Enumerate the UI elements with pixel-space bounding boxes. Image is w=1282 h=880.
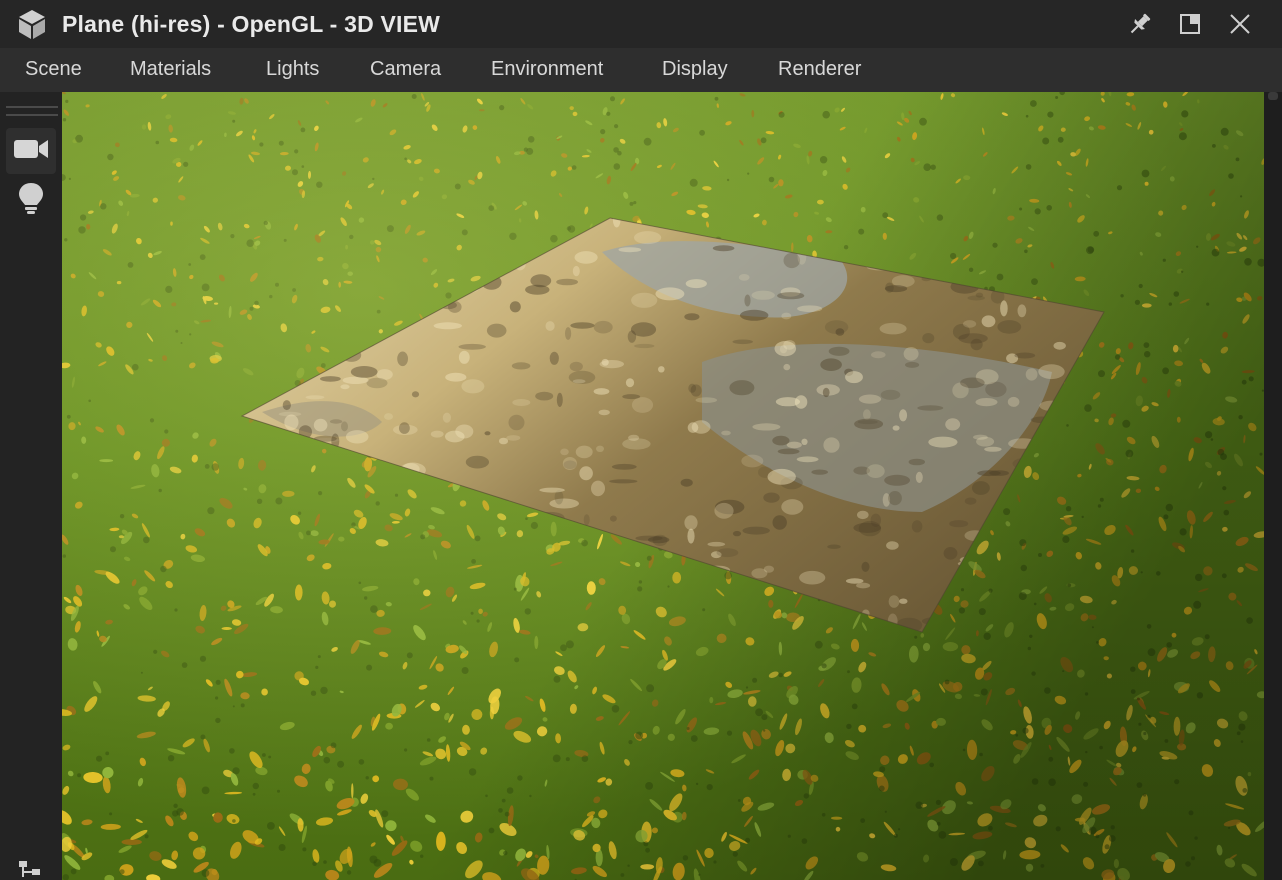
toolbar-grip[interactable] [6, 106, 58, 116]
menu-materials[interactable]: Materials [130, 58, 211, 81]
close-icon[interactable] [1226, 10, 1254, 38]
title-bar[interactable]: Plane (hi-res) - OpenGL - 3D VIEW [0, 0, 1282, 48]
light-tool-button[interactable] [6, 178, 56, 224]
cube-icon [16, 8, 48, 40]
app-window: Plane (hi-res) - OpenGL - 3D VIEW Scene … [0, 0, 1282, 880]
menu-bar: Scene Materials Lights Camera Environmen… [0, 48, 1282, 92]
pin-icon[interactable] [1126, 10, 1154, 38]
menu-scene[interactable]: Scene [25, 58, 82, 81]
viewport-render[interactable] [62, 92, 1264, 880]
menu-renderer[interactable]: Renderer [778, 58, 861, 81]
menu-display[interactable]: Display [662, 58, 728, 81]
3d-viewport[interactable] [62, 92, 1264, 880]
hierarchy-icon[interactable] [18, 860, 44, 880]
video-camera-icon [13, 137, 49, 166]
left-toolbar [0, 92, 62, 880]
right-scrollbar[interactable] [1264, 92, 1282, 880]
window-title: Plane (hi-res) - OpenGL - 3D VIEW [62, 11, 441, 37]
camera-tool-button[interactable] [6, 128, 56, 174]
maximize-icon[interactable] [1176, 10, 1204, 38]
menu-camera[interactable]: Camera [370, 58, 441, 81]
menu-environment[interactable]: Environment [491, 58, 603, 81]
light-bulb-icon [18, 182, 44, 221]
scroll-thumb[interactable] [1268, 92, 1278, 100]
menu-lights[interactable]: Lights [266, 58, 319, 81]
